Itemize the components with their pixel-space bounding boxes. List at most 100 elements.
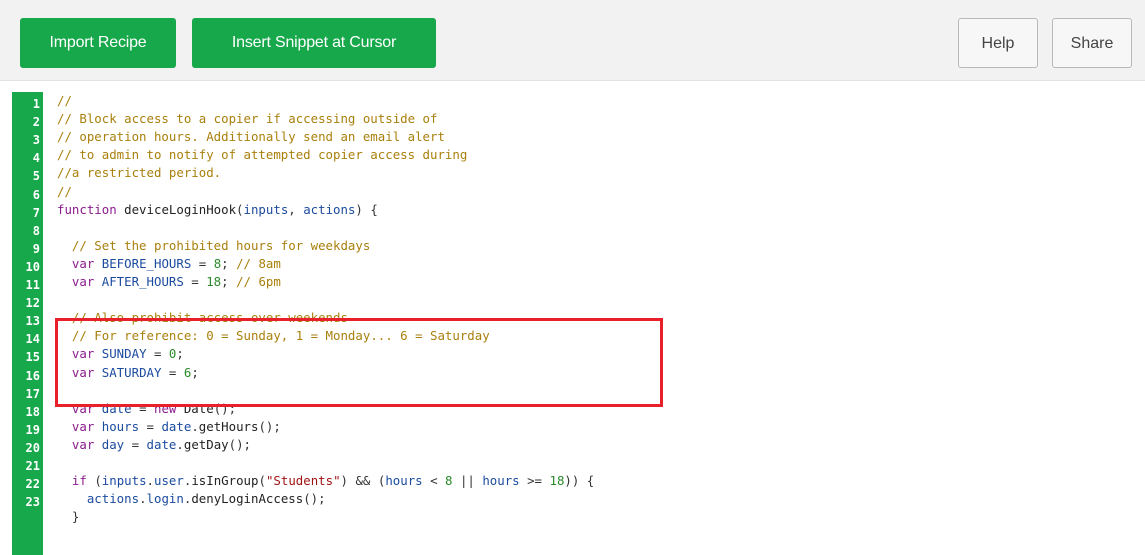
code-text: ; <box>221 255 237 271</box>
line-number: 11 <box>25 278 40 292</box>
highlight-annotation-box <box>55 318 663 407</box>
line-number: 19 <box>25 422 40 437</box>
code-text: } <box>57 509 80 525</box>
line-number: 23 <box>25 495 40 510</box>
code-text: ; <box>221 274 237 289</box>
code-identifier: actions <box>303 201 356 217</box>
code-function: deviceLoginHook <box>124 201 237 217</box>
line-number: 20 <box>25 440 40 455</box>
code-comment: //a restricted period. <box>57 165 222 181</box>
code-function: denyLoginAccess <box>191 491 304 507</box>
code-identifier: actions <box>86 491 140 507</box>
code-keyword: function <box>57 201 125 217</box>
code-line: var day = date.getDay(); <box>57 436 251 454</box>
code-keyword: var <box>71 418 102 434</box>
code-number: 18 <box>206 274 222 289</box>
code-function: getDay <box>183 436 229 452</box>
code-text: ) { <box>355 201 378 217</box>
code-comment: // <box>57 183 72 199</box>
code-text: (); <box>228 436 252 452</box>
line-number: 5 <box>32 169 40 184</box>
code-text: = <box>183 274 207 289</box>
line-number: 6 <box>32 187 40 202</box>
code-function: getHours <box>198 418 259 434</box>
code-keyword: var <box>71 255 102 271</box>
code-comment: // operation hours. Additionally send an… <box>57 129 445 145</box>
code-text: (); <box>303 491 326 507</box>
insert-snippet-button[interactable]: Insert Snippet at Cursor <box>192 18 436 68</box>
code-comment: // Set the prohibited hours for weekdays <box>71 237 371 253</box>
line-number: 13 <box>25 314 40 329</box>
code-identifier: login <box>146 491 184 507</box>
line-number: 2 <box>32 115 40 130</box>
line-number: 14 <box>25 332 40 347</box>
code-line: // Block access to a copier if accessing… <box>57 110 437 128</box>
code-text: (); <box>258 418 281 434</box>
code-comment: // 6pm <box>236 274 281 289</box>
code-comment: // <box>57 93 72 108</box>
code-line: // Set the prohibited hours for weekdays <box>57 237 370 255</box>
code-text: )) { <box>564 473 595 489</box>
code-keyword: var <box>71 436 102 452</box>
code-identifier: hours <box>482 473 520 489</box>
code-text: . <box>146 473 155 489</box>
line-number: 4 <box>32 151 40 166</box>
code-identifier: date <box>161 418 192 434</box>
line-number: 22 <box>25 477 40 492</box>
code-identifier: inputs <box>101 473 147 489</box>
line-number: 18 <box>25 404 40 419</box>
line-number: 3 <box>32 133 40 148</box>
code-line: actions.login.denyLoginAccess(); <box>57 490 326 508</box>
code-keyword: if <box>71 473 95 489</box>
line-number: 17 <box>25 386 40 401</box>
share-button[interactable]: Share <box>1052 18 1132 68</box>
code-line: // operation hours. Additionally send an… <box>57 128 445 146</box>
code-line: // to admin to notify of attempted copie… <box>57 146 467 164</box>
code-text: . <box>139 491 147 507</box>
code-text: || <box>452 473 483 489</box>
line-number: 15 <box>25 350 40 365</box>
code-text: , <box>288 201 304 217</box>
line-number: 8 <box>32 223 40 238</box>
code-text: . <box>191 418 199 434</box>
line-number-gutter: 1 2 3 4 5 6 7 8 9 10 11 12 13 14 15 16 17 18 19 20 21 22 23 <box>12 92 43 555</box>
code-identifier: BEFORE_HOURS <box>101 255 192 271</box>
code-function: isInGroup <box>191 473 259 489</box>
line-number: 1 <box>32 97 40 111</box>
code-line: var hours = date.getHours(); <box>57 418 281 436</box>
code-keyword: var <box>71 274 102 289</box>
code-text: = <box>124 436 147 452</box>
code-line: var AFTER_HOURS = 18; // 6pm <box>57 273 281 291</box>
code-line: // <box>57 92 72 110</box>
code-text: = <box>191 255 214 271</box>
help-button[interactable]: Help <box>958 18 1038 68</box>
line-number: 21 <box>25 459 40 473</box>
code-identifier: hours <box>385 473 423 489</box>
toolbar: Import Recipe Insert Snippet at Cursor H… <box>0 0 1145 81</box>
code-text: >= <box>519 473 550 489</box>
code-text: = <box>139 418 162 434</box>
code-line: // <box>57 183 72 201</box>
line-number: 9 <box>32 241 40 256</box>
code-line: //a restricted period. <box>57 164 221 182</box>
code-text: ( <box>258 473 266 489</box>
code-comment: // Block access to a copier if accessing… <box>57 111 438 127</box>
code-number: 18 <box>549 473 565 489</box>
code-line: } <box>57 508 79 526</box>
code-identifier: date <box>146 436 177 452</box>
code-identifier: inputs <box>243 201 289 217</box>
code-comment: // 8am <box>236 255 281 271</box>
code-identifier: day <box>101 436 125 452</box>
import-recipe-button[interactable]: Import Recipe <box>20 18 176 68</box>
code-text: . <box>176 436 184 452</box>
code-text: ) && ( <box>340 473 386 489</box>
code-identifier: hours <box>101 418 140 434</box>
line-number: 12 <box>25 296 40 311</box>
code-editor[interactable]: 1 2 3 4 5 6 7 8 9 10 11 12 13 14 15 16 17 18 19 20 21 22 23 //… <box>12 92 1145 555</box>
